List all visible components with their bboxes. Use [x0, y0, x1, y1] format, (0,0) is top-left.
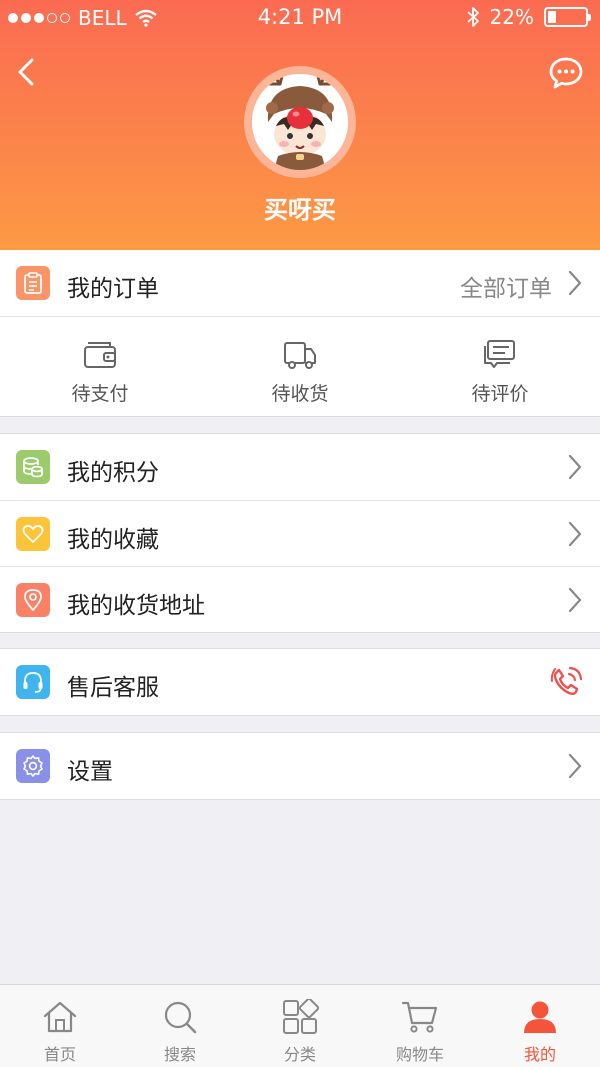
pending-review-button[interactable]: 待评价 — [400, 317, 600, 416]
gear-icon — [16, 749, 50, 783]
category-icon — [283, 999, 319, 1034]
tab-cart-label: 购物车 — [395, 1045, 444, 1064]
user-icon — [524, 1001, 556, 1033]
addresses-label: 我的收货地址 — [67, 593, 205, 619]
headset-icon — [16, 665, 50, 699]
account-section: 我的积分 我的收藏 我的收货地址 — [0, 433, 600, 633]
tab-mine[interactable]: 我的 — [480, 985, 600, 1067]
location-pin-icon — [16, 583, 50, 617]
points-row[interactable]: 我的积分 — [0, 434, 600, 500]
service-section: 售后客服 — [0, 648, 600, 716]
chevron-right-icon — [568, 521, 582, 547]
chevron-right-icon — [568, 270, 582, 296]
avatar[interactable] — [244, 66, 356, 178]
search-icon — [164, 1001, 197, 1034]
favorites-row[interactable]: 我的收藏 — [0, 500, 600, 566]
coins-icon — [16, 450, 50, 484]
phone-call-icon[interactable] — [548, 665, 584, 699]
orders-section: 我的订单 全部订单 待支付 待收货 待评价 — [0, 250, 600, 417]
tab-mine-label: 我的 — [523, 1045, 556, 1064]
reindeer-avatar-icon — [252, 74, 348, 170]
tab-search-label: 搜索 — [163, 1045, 196, 1064]
home-icon — [43, 1001, 77, 1033]
tab-home[interactable]: 首页 — [0, 985, 120, 1067]
wallet-icon — [84, 342, 116, 368]
username: 买呀买 — [264, 196, 336, 224]
heart-icon — [16, 517, 50, 551]
settings-label: 设置 — [67, 759, 113, 785]
review-icon — [484, 340, 515, 368]
battery-percent: 22% — [489, 5, 534, 29]
truck-icon — [284, 342, 316, 369]
clipboard-icon — [16, 266, 50, 300]
tab-bar: 首页 搜索 分类 购物车 我的 — [0, 984, 600, 1067]
tab-search[interactable]: 搜索 — [120, 985, 240, 1067]
orders-row[interactable]: 我的订单 全部订单 — [0, 250, 600, 316]
chevron-right-icon — [568, 753, 582, 779]
status-bar: BELL 4:21 PM 22% — [0, 0, 600, 36]
addresses-row[interactable]: 我的收货地址 — [0, 566, 600, 632]
settings-row[interactable]: 设置 — [0, 733, 600, 799]
all-orders-link[interactable]: 全部订单 — [460, 269, 552, 303]
service-label: 售后客服 — [67, 675, 159, 701]
tab-category-label: 分类 — [283, 1045, 316, 1064]
tab-home-label: 首页 — [43, 1045, 76, 1064]
profile-header: BELL 4:21 PM 22% 买呀买 — [0, 0, 600, 250]
tab-cart[interactable]: 购物车 — [360, 985, 480, 1067]
cart-icon — [401, 1001, 438, 1033]
chevron-right-icon — [568, 454, 582, 480]
back-button[interactable] — [12, 56, 42, 88]
favorites-label: 我的收藏 — [67, 527, 159, 553]
service-row[interactable]: 售后客服 — [0, 649, 600, 715]
settings-section: 设置 — [0, 732, 600, 800]
bluetooth-icon — [466, 7, 479, 27]
pending-delivery-label: 待收货 — [271, 383, 329, 405]
battery-icon — [544, 7, 591, 27]
tab-category[interactable]: 分类 — [240, 985, 360, 1067]
pending-payment-label: 待支付 — [71, 383, 129, 405]
order-status-bar: 待支付 待收货 待评价 — [0, 316, 600, 416]
chevron-right-icon — [568, 587, 582, 613]
points-label: 我的积分 — [67, 460, 159, 486]
pending-payment-button[interactable]: 待支付 — [0, 317, 200, 416]
pending-delivery-button[interactable]: 待收货 — [200, 317, 400, 416]
pending-review-label: 待评价 — [471, 383, 529, 405]
orders-title: 我的订单 — [67, 276, 159, 302]
message-button[interactable] — [548, 56, 584, 90]
